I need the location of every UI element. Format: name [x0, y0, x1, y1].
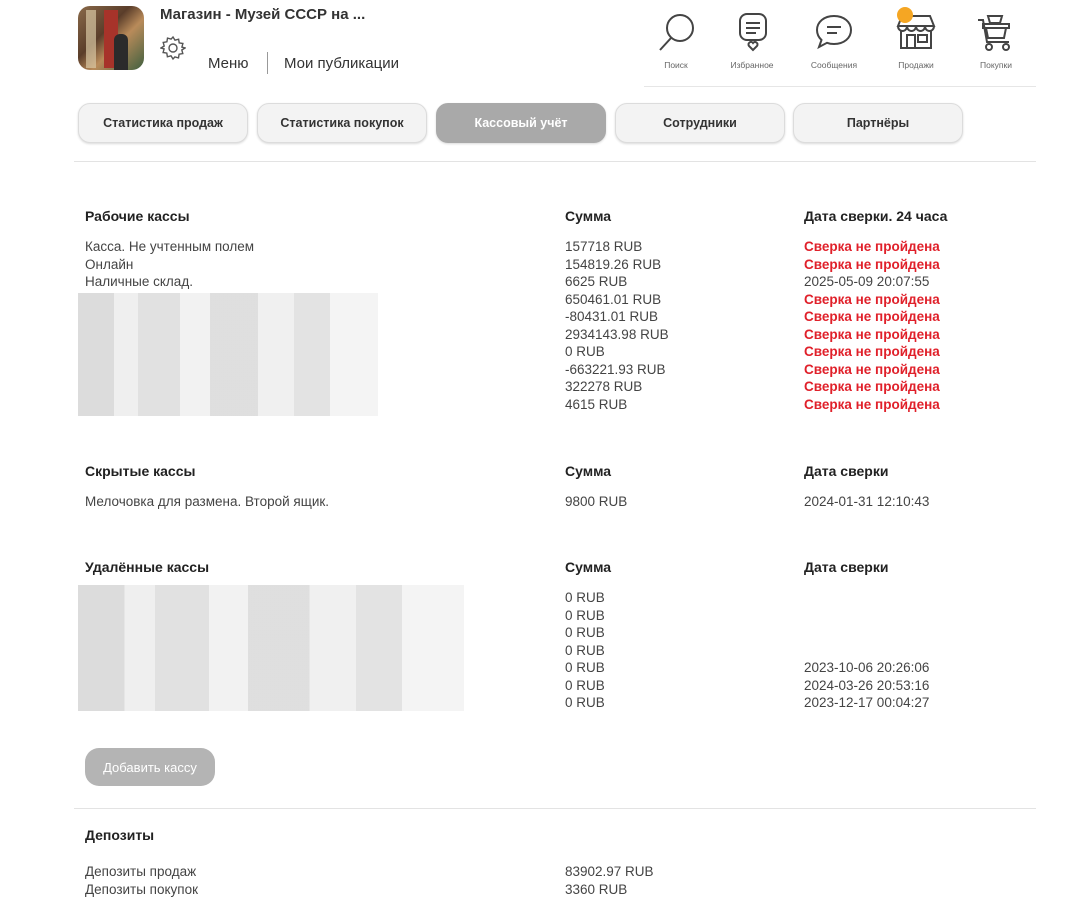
nav-messages-label: Сообщения	[810, 60, 858, 70]
deleted-registers-title: Удалённые кассы	[85, 559, 210, 575]
deposits-title: Депозиты	[85, 827, 155, 843]
tab-purchase-stats[interactable]: Статистика покупок	[257, 103, 427, 143]
deleted-date: 2023-12-17 00:04:27	[804, 695, 930, 710]
hidden-register-date: 2024-01-31 12:10:43	[804, 494, 930, 509]
deleted-date	[804, 624, 929, 642]
deleted-date	[804, 642, 929, 660]
reconciliation-status: Сверка не пройдена	[804, 326, 940, 342]
shop-avatar[interactable]	[78, 6, 144, 70]
tab-sales-stats[interactable]: Статистика продаж	[78, 103, 248, 143]
deleted-date: 2023-10-06 20:26:06	[804, 660, 930, 675]
nav-messages[interactable]: Сообщения	[804, 10, 864, 70]
reconciliation-status: Сверка не пройдена	[804, 309, 940, 324]
deleted-amount: 0 RUB	[565, 695, 605, 710]
deleted-amounts-list: 0 RUB 0 RUB 0 RUB 0 RUB 0 RUB 0 RUB 0 RU…	[565, 589, 605, 712]
hidden-date-header: Дата сверки	[804, 463, 889, 479]
reconciliation-status: Сверка не пройдена	[804, 344, 940, 359]
deleted-date	[804, 589, 929, 607]
deleted-amount: 0 RUB	[565, 607, 605, 623]
redacted-register-names	[78, 293, 378, 416]
register-amount: -663221.93 RUB	[565, 361, 666, 377]
deleted-amount: 0 RUB	[565, 660, 605, 675]
reconciliation-status: 2025-05-09 20:07:55	[804, 274, 930, 289]
nav-sales-label: Продажи	[898, 60, 934, 70]
hidden-register-name[interactable]: Мелочовка для размена. Второй ящик.	[85, 493, 329, 511]
add-register-button[interactable]: Добавить кассу	[85, 748, 215, 786]
deposit-name: Депозиты покупок	[85, 881, 199, 897]
menu-separator	[267, 52, 268, 74]
deleted-date: 2024-03-26 20:53:16	[804, 677, 930, 693]
tab-partners[interactable]: Партнёры	[793, 103, 963, 143]
my-publications-link[interactable]: Мои публикации	[284, 55, 399, 72]
reconciliation-status: Сверка не пройдена	[804, 379, 940, 394]
hidden-amount-header: Сумма	[565, 463, 612, 479]
register-name[interactable]: Онлайн	[85, 256, 254, 274]
deleted-amount: 0 RUB	[565, 590, 605, 605]
deleted-amount: 0 RUB	[565, 625, 605, 640]
deleted-date-header: Дата сверки	[804, 559, 889, 575]
register-amount: -80431.01 RUB	[565, 309, 659, 324]
nav-favorites-label: Избранное	[730, 60, 774, 70]
register-amount: 6625 RUB	[565, 274, 628, 289]
deposits-names: Депозиты продаж Депозиты покупок	[85, 863, 198, 898]
nav-search-label: Поиск	[664, 60, 688, 70]
register-amount: 322278 RUB	[565, 379, 643, 394]
hidden-registers-title: Скрытые кассы	[85, 463, 196, 479]
messages-icon	[815, 14, 853, 50]
nav-sales[interactable]: Продажи	[886, 10, 946, 70]
working-amount-header: Сумма	[565, 208, 612, 224]
deleted-amount-header: Сумма	[565, 559, 612, 575]
hidden-register-amount: 9800 RUB	[565, 494, 628, 509]
purchases-cart-icon	[978, 15, 1010, 51]
reconciliation-status: Сверка не пройдена	[804, 239, 940, 254]
tabs-divider	[74, 161, 1036, 162]
register-amount: 4615 RUB	[565, 396, 628, 412]
working-names-list: Касса. Не учтенным полем Онлайн Наличные…	[85, 238, 254, 291]
header-divider	[644, 86, 1036, 87]
working-date-header: Дата сверки. 24 часа	[804, 208, 948, 224]
nav-purchases[interactable]: Покупки	[966, 10, 1026, 70]
deposit-name: Депозиты продаж	[85, 864, 197, 879]
gear-icon[interactable]	[159, 35, 187, 61]
reconciliation-status: Сверка не пройдена	[804, 256, 940, 272]
deposit-amount: 83902.97 RUB	[565, 864, 654, 879]
reconciliation-status: Сверка не пройдена	[804, 396, 940, 412]
tab-employees[interactable]: Сотрудники	[615, 103, 785, 143]
deleted-amount: 0 RUB	[565, 642, 605, 658]
deleted-dates-list: 2023-10-06 20:26:06 2024-03-26 20:53:16 …	[804, 589, 929, 712]
register-name[interactable]: Наличные склад.	[85, 273, 254, 291]
nav-search[interactable]: Поиск	[646, 10, 706, 70]
menu-link[interactable]: Меню	[208, 55, 249, 72]
favorites-icon	[739, 13, 767, 52]
working-amounts-list: 157718 RUB 154819.26 RUB 6625 RUB 650461…	[565, 238, 669, 413]
tab-cash-accounting[interactable]: Кассовый учёт	[436, 103, 606, 143]
deposits-divider	[74, 808, 1036, 809]
deleted-amount: 0 RUB	[565, 677, 605, 693]
shop-title[interactable]: Магазин - Музей СССР на ...	[160, 6, 365, 23]
notification-dot	[897, 7, 913, 23]
nav-favorites[interactable]: Избранное	[722, 10, 782, 70]
redacted-deleted-names	[78, 585, 464, 711]
search-icon	[659, 14, 694, 51]
deposit-amount: 3360 RUB	[565, 881, 628, 897]
deleted-date	[804, 607, 929, 625]
reconciliation-status: Сверка не пройдена	[804, 361, 940, 377]
register-amount: 650461.01 RUB	[565, 291, 662, 307]
reconciliation-status: Сверка не пройдена	[804, 291, 940, 307]
register-amount: 157718 RUB	[565, 239, 643, 254]
register-amount: 2934143.98 RUB	[565, 326, 669, 342]
working-registers-title: Рабочие кассы	[85, 208, 190, 224]
nav-purchases-label: Покупки	[980, 60, 1012, 70]
register-amount: 154819.26 RUB	[565, 256, 662, 272]
register-name[interactable]: Касса. Не учтенным полем	[85, 238, 254, 256]
deposits-amounts: 83902.97 RUB 3360 RUB	[565, 863, 654, 898]
register-amount: 0 RUB	[565, 344, 605, 359]
working-status-list: Сверка не пройдена Сверка не пройдена 2025…	[804, 238, 940, 413]
